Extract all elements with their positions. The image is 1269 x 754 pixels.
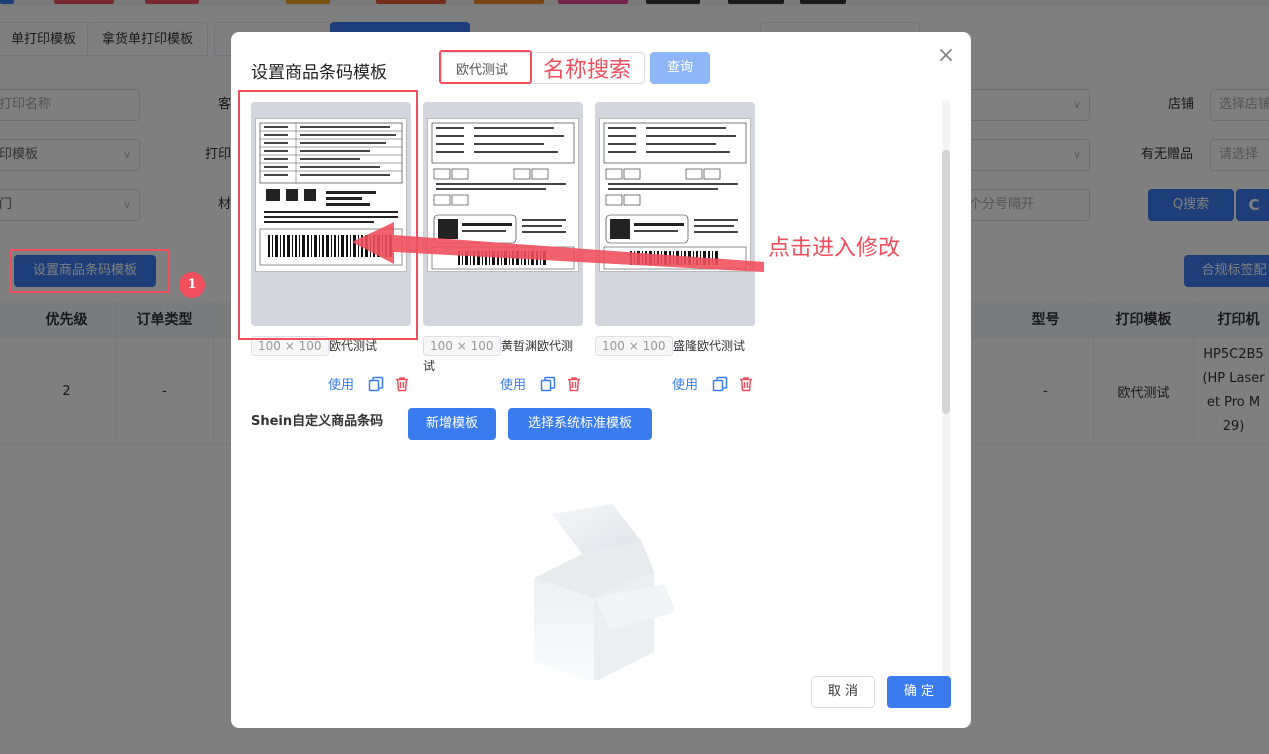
delete-icon[interactable] [394,376,410,392]
shein-custom-barcode-label: Shein自定义商品条码 [251,414,384,429]
template-card-3[interactable] [595,102,755,326]
barcode-label-preview [427,118,579,272]
copy-icon[interactable] [368,376,384,392]
barcode-label-preview [599,118,751,272]
empty-box-illustration [534,504,674,680]
add-template-button[interactable]: 新增模板 [408,408,496,440]
copy-icon[interactable] [540,376,556,392]
delete-icon[interactable] [566,376,582,392]
confirm-button[interactable]: 确 定 [887,676,951,708]
use-template-link[interactable]: 使用 [328,374,354,393]
template-size-tag: 100 × 100 [595,336,673,356]
system-template-button[interactable]: 选择系统标准模板 [508,408,652,440]
annotation-card-highlight [238,90,418,340]
use-template-link[interactable]: 使用 [500,374,526,393]
scrollbar[interactable] [942,100,950,680]
delete-icon[interactable] [738,376,754,392]
close-icon[interactable]: × [934,44,958,68]
query-button[interactable]: 查询 [650,52,710,84]
step-badge: 1 [179,272,205,298]
template-name: 黄晢渊欧代测试 [423,339,574,373]
annotation-search-label: 名称搜索 [543,58,632,83]
barcode-template-modal: 设置商品条码模板 名称搜索 查询 × [231,32,971,728]
copy-icon[interactable] [712,376,728,392]
annotation-highlight-set-button [10,249,170,293]
template-card-2[interactable] [423,102,583,326]
modal-title: 设置商品条码模板 [251,63,387,83]
scrollbar-thumb[interactable] [942,150,950,414]
cancel-button[interactable]: 取 消 [811,676,875,708]
use-template-link[interactable]: 使用 [672,374,698,393]
annotation-click-to-edit: 点击进入修改 [768,236,901,261]
template-name: 盛隆欧代测试 [673,339,746,353]
